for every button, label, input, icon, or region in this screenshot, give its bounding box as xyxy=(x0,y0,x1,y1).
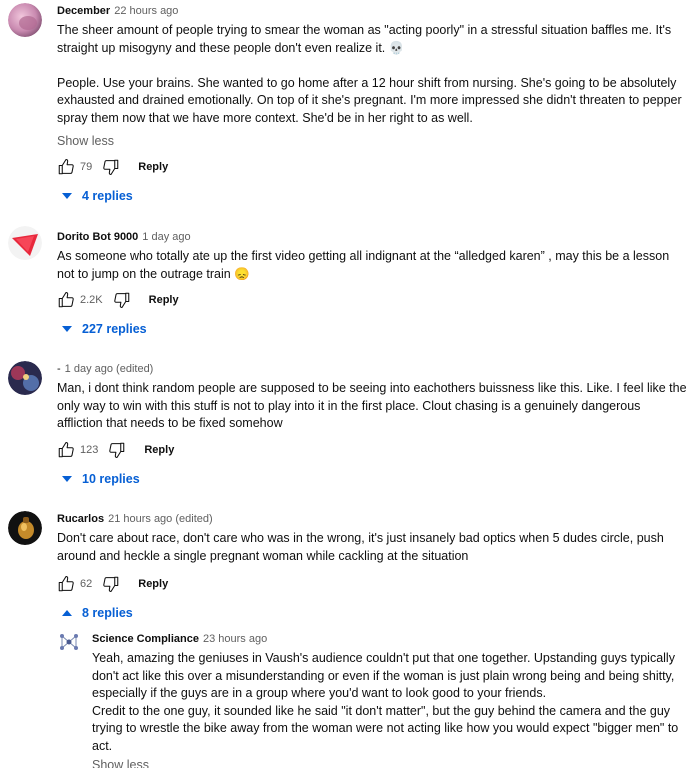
avatar[interactable] xyxy=(58,631,80,653)
show-less-button[interactable]: Show less xyxy=(92,757,689,768)
comment-actions: 79 Reply xyxy=(57,157,168,177)
comment-header: Rucarlos 21 hours ago (edited) xyxy=(57,512,689,526)
like-count: 123 xyxy=(80,444,99,456)
comment-actions: 123 Reply xyxy=(57,440,174,460)
like-count: 79 xyxy=(80,161,93,173)
like-button[interactable]: 123 xyxy=(57,441,98,459)
dislike-button[interactable] xyxy=(102,158,120,176)
thumbs-up-icon xyxy=(57,158,75,176)
comment-paragraph: Don't care about race, don't care who wa… xyxy=(57,531,664,563)
chevron-down-icon xyxy=(62,476,72,482)
dislike-button[interactable] xyxy=(113,291,131,309)
comment-header: Science Compliance 23 hours ago xyxy=(92,632,689,646)
author-name[interactable]: December xyxy=(57,5,110,17)
comment-header: Dorito Bot 9000 1 day ago xyxy=(57,230,689,244)
thumbs-up-icon xyxy=(57,441,75,459)
comment-text: Yeah, amazing the geniuses in Vaush's au… xyxy=(92,650,689,755)
comment-text: Don't care about race, don't care who wa… xyxy=(57,530,689,565)
comment-time[interactable]: 1 day ago xyxy=(142,231,190,243)
comment-paragraph: The sheer amount of people trying to sme… xyxy=(57,23,672,55)
comment-header: December 22 hours ago xyxy=(57,4,689,18)
avatar[interactable] xyxy=(8,511,42,545)
comment-paragraph: Yeah, amazing the geniuses in Vaush's au… xyxy=(92,651,675,700)
reply-button[interactable]: Reply xyxy=(138,578,168,590)
comment-time[interactable]: 23 hours ago xyxy=(203,633,267,645)
replies-toggle[interactable]: 227 replies xyxy=(62,322,147,336)
like-button[interactable]: 2.2K xyxy=(57,291,103,309)
author-name[interactable]: - xyxy=(57,363,61,375)
comment-time[interactable]: 22 hours ago xyxy=(114,5,178,17)
comment-actions: 2.2K Reply xyxy=(57,290,179,310)
show-less-button[interactable]: Show less xyxy=(57,133,689,149)
thumbs-up-icon xyxy=(57,575,75,593)
comments-section: December 22 hours ago The sheer amount of… xyxy=(0,0,697,768)
molecule-icon xyxy=(60,634,78,650)
reply-button[interactable]: Reply xyxy=(149,294,179,306)
like-button[interactable]: 62 xyxy=(57,575,92,593)
thumbs-up-icon xyxy=(57,291,75,309)
chevron-down-icon xyxy=(62,193,72,199)
chevron-up-icon xyxy=(62,610,72,616)
reply-button[interactable]: Reply xyxy=(138,161,168,173)
replies-toggle[interactable]: 4 replies xyxy=(62,189,133,203)
comment-paragraph: Man, i dont think random people are supp… xyxy=(57,381,687,430)
thumbs-down-icon xyxy=(113,291,131,309)
comment-time[interactable]: 1 day ago (edited) xyxy=(65,363,154,375)
reply-button[interactable]: Reply xyxy=(144,444,174,456)
chevron-down-icon xyxy=(62,326,72,332)
comment-text: The sheer amount of people trying to sme… xyxy=(57,22,689,127)
avatar[interactable] xyxy=(8,226,42,260)
avatar[interactable] xyxy=(8,3,42,37)
like-count: 2.2K xyxy=(80,294,103,306)
comment-text: As someone who totally ate up the first … xyxy=(57,248,689,283)
author-name[interactable]: Rucarlos xyxy=(57,513,104,525)
thumbs-down-icon xyxy=(102,158,120,176)
comment-paragraph: As someone who totally ate up the first … xyxy=(57,249,670,281)
thumbs-down-icon xyxy=(108,441,126,459)
comment-text: Man, i dont think random people are supp… xyxy=(57,380,689,433)
replies-count-label: 10 replies xyxy=(82,472,140,486)
like-button[interactable]: 79 xyxy=(57,158,92,176)
comment-paragraph: People. Use your brains. She wanted to g… xyxy=(57,75,682,125)
comment-time[interactable]: 21 hours ago (edited) xyxy=(108,513,213,525)
comment-actions: 62 Reply xyxy=(57,574,168,594)
dislike-button[interactable] xyxy=(102,575,120,593)
author-name[interactable]: Dorito Bot 9000 xyxy=(57,231,138,243)
dislike-button[interactable] xyxy=(108,441,126,459)
comment-paragraph: Credit to the one guy, it sounded like h… xyxy=(92,703,679,753)
replies-toggle[interactable]: 10 replies xyxy=(62,472,140,486)
avatar[interactable] xyxy=(8,361,42,395)
author-name[interactable]: Science Compliance xyxy=(92,633,199,645)
replies-count-label: 4 replies xyxy=(82,189,133,203)
like-count: 62 xyxy=(80,578,93,590)
thumbs-down-icon xyxy=(102,575,120,593)
comment-header: -1 day ago (edited) xyxy=(57,362,689,376)
replies-count-label: 8 replies xyxy=(82,606,133,620)
replies-toggle[interactable]: 8 replies xyxy=(62,606,133,620)
replies-count-label: 227 replies xyxy=(82,322,147,336)
